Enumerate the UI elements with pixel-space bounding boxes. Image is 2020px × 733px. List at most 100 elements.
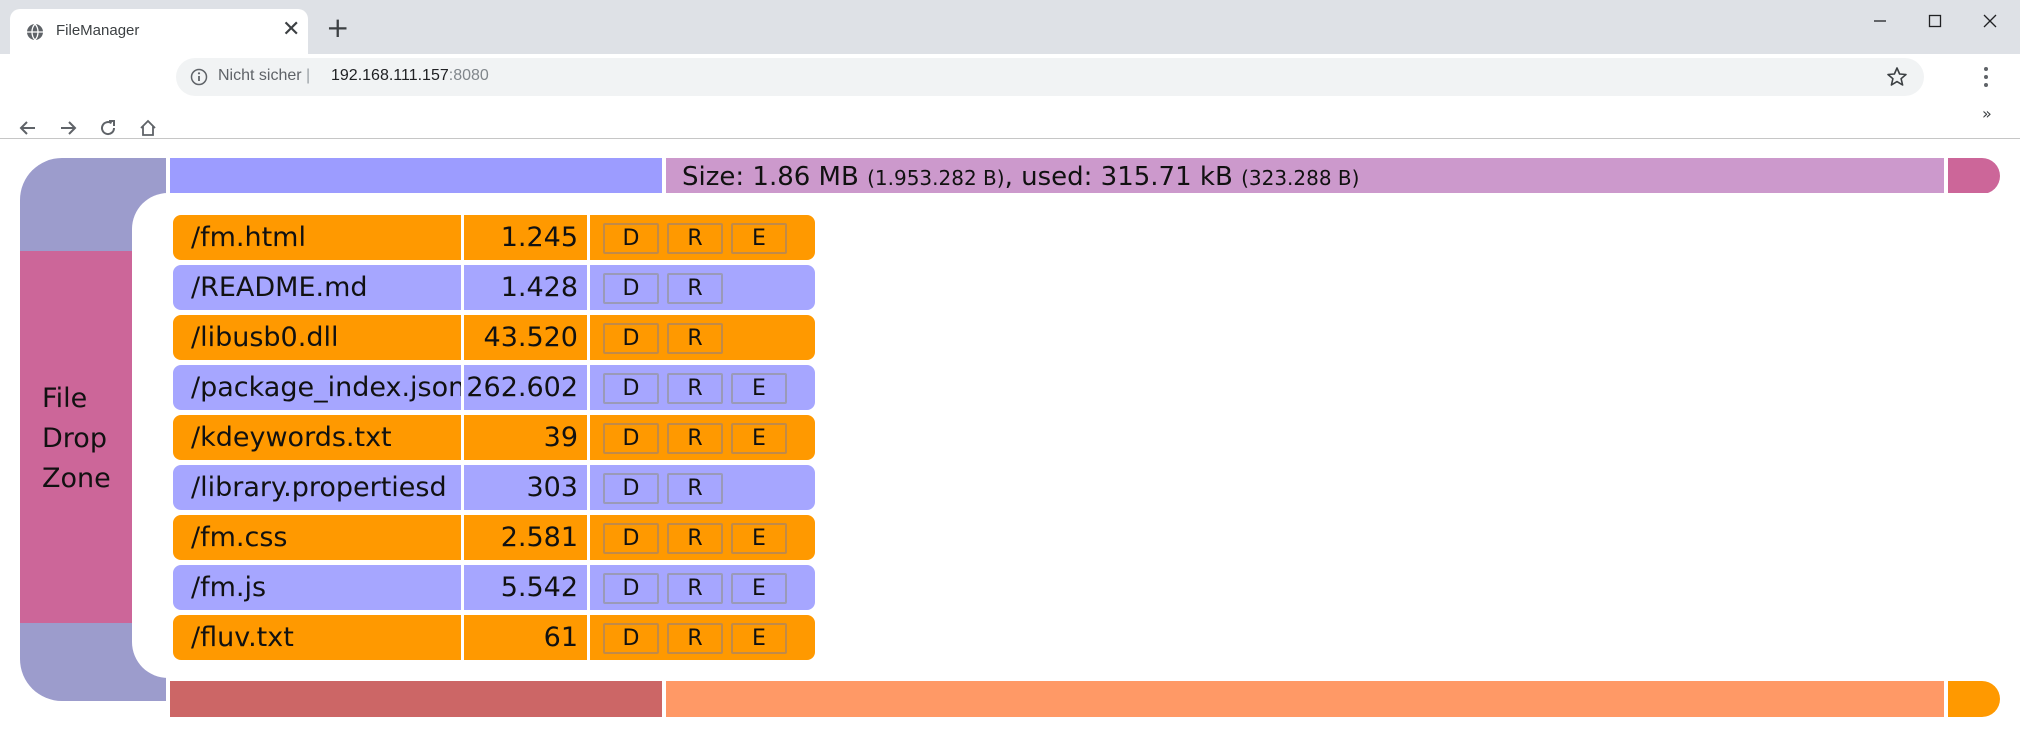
- url-host: 192.168.111.157: [331, 67, 449, 84]
- file-name-link[interactable]: /libusb0.dll: [191, 315, 338, 360]
- delete-button[interactable]: D: [603, 423, 659, 454]
- close-icon: [1983, 14, 1997, 28]
- storage-status: Size: 1.86 MB (1.953.282 B), used: 315.7…: [682, 159, 1359, 195]
- url-text[interactable]: 192.168.111.157:8080: [331, 67, 489, 85]
- size-label: Size: 1.86 MB: [682, 162, 859, 192]
- page-content: Size: 1.86 MB (1.953.282 B), used: 315.7…: [0, 139, 2020, 733]
- column-divider: [587, 215, 590, 260]
- security-text: Nicht sicher: [218, 67, 302, 84]
- file-size: 39: [543, 422, 578, 453]
- file-row: /fm.css 2.581 D R E: [173, 515, 815, 560]
- drop-zone-label-line: Drop: [42, 423, 107, 454]
- column-divider: [587, 515, 590, 560]
- maximize-window-button[interactable]: [1910, 6, 1960, 36]
- file-name-link[interactable]: /package_index.json: [191, 365, 465, 410]
- file-name-link[interactable]: /fluv.txt: [191, 615, 294, 660]
- column-divider: [587, 465, 590, 510]
- bottom-bar-wide-segment: [666, 681, 1944, 717]
- file-row: /kdeywords.txt 39 D R E: [173, 415, 815, 460]
- file-name-link[interactable]: /fm.js: [191, 565, 266, 610]
- reload-icon: [101, 120, 116, 136]
- file-size: 303: [526, 472, 578, 503]
- column-divider: [587, 265, 590, 310]
- file-row: /README.md 1.428 D R: [173, 265, 815, 310]
- top-bar-cap: [1948, 158, 2000, 194]
- edit-button[interactable]: E: [731, 523, 787, 554]
- rename-button[interactable]: R: [667, 423, 723, 454]
- delete-button[interactable]: D: [603, 523, 659, 554]
- top-bar-segment: [170, 158, 662, 194]
- info-icon[interactable]: [190, 68, 208, 86]
- drop-zone-label-line: Zone: [42, 463, 111, 494]
- edit-button[interactable]: E: [731, 223, 787, 254]
- address-bar[interactable]: Nicht sicher | 192.168.111.157:8080: [176, 58, 1924, 96]
- rename-button[interactable]: R: [667, 323, 723, 354]
- file-size: 1.428: [500, 272, 578, 303]
- home-icon: [140, 119, 156, 136]
- column-divider: [587, 615, 590, 660]
- file-size: 43.520: [483, 322, 578, 353]
- security-separator: |: [306, 67, 311, 84]
- delete-button[interactable]: D: [603, 273, 659, 304]
- star-icon[interactable]: [1886, 66, 1908, 88]
- file-row: /fm.js 5.542 D R E: [173, 565, 815, 610]
- file-row: /library.propertiesd 303 D R: [173, 465, 815, 510]
- file-row: /package_index.json 262.602 D R E: [173, 365, 815, 410]
- forward-icon: [61, 121, 77, 135]
- column-divider: [587, 365, 590, 410]
- size-bytes: (1.953.282 B): [867, 166, 1005, 190]
- file-drop-zone[interactable]: File Drop Zone: [20, 251, 132, 623]
- drop-zone-label: File Drop Zone: [42, 379, 111, 499]
- close-window-button[interactable]: [1965, 6, 2015, 36]
- rename-button[interactable]: R: [667, 523, 723, 554]
- menu-icon[interactable]: [1978, 62, 1994, 92]
- new-tab-icon[interactable]: +: [326, 14, 349, 42]
- column-divider: [587, 565, 590, 610]
- bookmarks-more-button[interactable]: »: [1982, 104, 1992, 123]
- rename-button[interactable]: R: [667, 373, 723, 404]
- delete-button[interactable]: D: [603, 223, 659, 254]
- edit-button[interactable]: E: [731, 373, 787, 404]
- file-name-link[interactable]: /kdeywords.txt: [191, 415, 392, 460]
- used-label: , used: 315.71 kB: [1004, 162, 1233, 192]
- rename-button[interactable]: R: [667, 223, 723, 254]
- edit-button[interactable]: E: [731, 623, 787, 654]
- column-divider: [587, 315, 590, 360]
- delete-button[interactable]: D: [603, 573, 659, 604]
- file-name-link[interactable]: /fm.css: [191, 515, 287, 560]
- file-size: 1.245: [500, 222, 578, 253]
- delete-button[interactable]: D: [603, 473, 659, 504]
- maximize-icon: [1928, 14, 1942, 28]
- tab-filemanager[interactable]: FileManager ✕: [10, 9, 308, 54]
- file-size: 2.581: [500, 522, 578, 553]
- tab-close-icon[interactable]: ✕: [282, 19, 300, 41]
- edit-button[interactable]: E: [731, 423, 787, 454]
- file-size: 262.602: [466, 372, 578, 403]
- tab-title: FileManager: [56, 22, 140, 39]
- delete-button[interactable]: D: [603, 623, 659, 654]
- file-size: 61: [543, 622, 578, 653]
- rename-button[interactable]: R: [667, 573, 723, 604]
- file-row: /fm.html 1.245 D R E: [173, 215, 815, 260]
- file-row: /libusb0.dll 43.520 D R: [173, 315, 815, 360]
- rename-button[interactable]: R: [667, 273, 723, 304]
- edit-button[interactable]: E: [731, 573, 787, 604]
- file-name-link[interactable]: /library.propertiesd: [191, 465, 447, 510]
- delete-button[interactable]: D: [603, 373, 659, 404]
- back-icon: [19, 121, 35, 135]
- minimize-window-button[interactable]: [1855, 6, 1905, 36]
- rename-button[interactable]: R: [667, 623, 723, 654]
- security-label[interactable]: Nicht sicher |: [218, 67, 310, 85]
- globe-icon: [27, 23, 43, 41]
- bottom-bar-segment: [170, 681, 662, 717]
- drop-zone-label-line: File: [42, 383, 88, 414]
- file-size: 5.542: [500, 572, 578, 603]
- url-port: :8080: [448, 67, 489, 84]
- delete-button[interactable]: D: [603, 323, 659, 354]
- bottom-bar-cap: [1948, 681, 2000, 717]
- file-list: /fm.html 1.245 D R E/README.md 1.428 D R/libusb…: [173, 215, 815, 665]
- file-name-link[interactable]: /README.md: [191, 265, 368, 310]
- rename-button[interactable]: R: [667, 473, 723, 504]
- file-name-link[interactable]: /fm.html: [191, 215, 306, 260]
- browser-titlebar: FileManager ✕ +: [0, 0, 2020, 54]
